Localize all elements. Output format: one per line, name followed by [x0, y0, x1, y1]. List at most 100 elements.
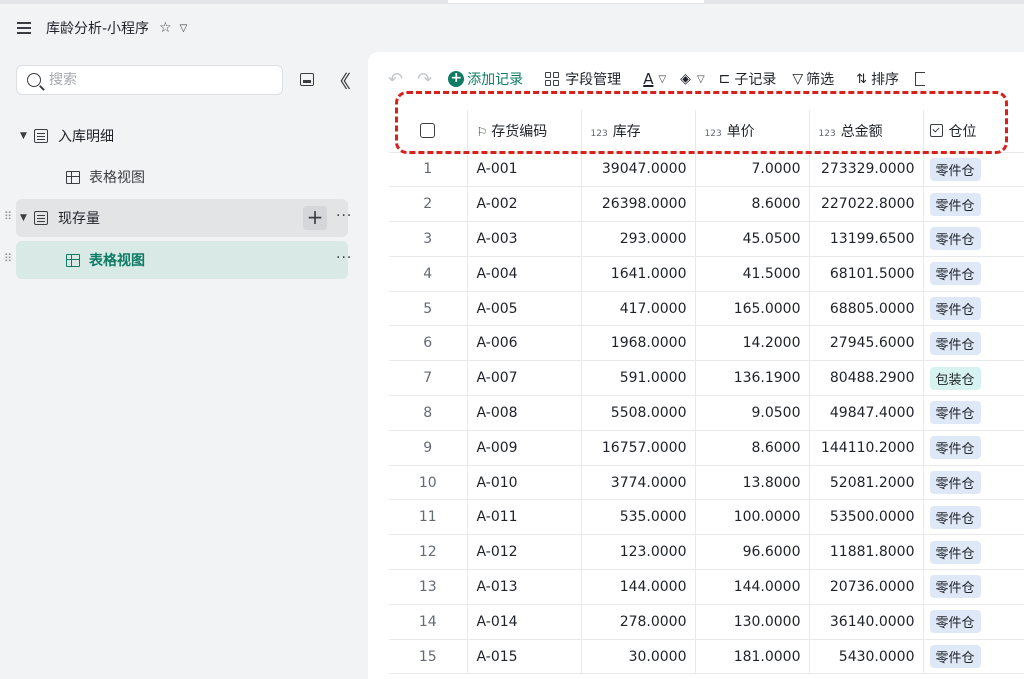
drag-handle-icon[interactable]: ⠿: [4, 210, 12, 223]
font-color-button[interactable]: A ▽: [643, 70, 666, 88]
cell-stock[interactable]: 535.0000: [580, 499, 695, 536]
cell-stock[interactable]: 26398.0000: [580, 186, 695, 223]
column-header-code[interactable]: ⚐ 存货编码: [466, 110, 581, 153]
cell-code[interactable]: A-007: [466, 360, 581, 397]
cell-total[interactable]: 13199.6500: [808, 221, 923, 257]
menu-icon[interactable]: [16, 20, 32, 36]
cell-location[interactable]: 包装仓: [922, 360, 1024, 397]
cell-location[interactable]: 零件仓: [922, 604, 1024, 640]
star-icon[interactable]: ☆: [159, 20, 172, 36]
cell-price[interactable]: 181.0000: [694, 639, 809, 675]
cell-price[interactable]: 96.6000: [694, 534, 809, 571]
select-all-header[interactable]: [389, 110, 467, 153]
search-input[interactable]: [49, 72, 269, 88]
drag-handle-icon[interactable]: ⠿: [4, 252, 12, 265]
search-box[interactable]: [16, 65, 283, 95]
add-view-button[interactable]: +: [303, 206, 327, 230]
cell-stock[interactable]: 278.0000: [580, 604, 695, 640]
panel-toggle-icon[interactable]: [300, 73, 314, 86]
cell-code[interactable]: A-013: [466, 569, 581, 605]
cell-stock[interactable]: 30.0000: [580, 639, 695, 675]
cell-location[interactable]: 零件仓: [922, 395, 1024, 431]
filter-button[interactable]: ▽ 筛选: [792, 69, 834, 89]
cell-total[interactable]: 68101.5000: [808, 256, 923, 292]
table-row[interactable]: 2 A-002 26398.0000 8.6000 227022.8000 零件仓: [389, 186, 1024, 223]
cell-price[interactable]: 144.0000: [694, 569, 809, 605]
table-row[interactable]: 6 A-006 1968.0000 14.2000 27945.6000 零件仓: [389, 325, 1024, 362]
table-row[interactable]: 3 A-003 293.0000 45.0500 13199.6500 零件仓: [389, 221, 1024, 257]
more-toolbar-icon[interactable]: [915, 72, 926, 86]
cell-price[interactable]: 14.2000: [694, 325, 809, 362]
sub-record-button[interactable]: ⊏ 子记录: [719, 69, 777, 89]
cell-code[interactable]: A-011: [466, 499, 581, 536]
cell-location[interactable]: 零件仓: [922, 569, 1024, 605]
cell-total[interactable]: 27945.6000: [808, 325, 923, 362]
cell-location[interactable]: 零件仓: [922, 534, 1024, 571]
cell-stock[interactable]: 16757.0000: [580, 430, 695, 466]
cell-code[interactable]: A-002: [466, 186, 581, 223]
cell-code[interactable]: A-015: [466, 639, 581, 675]
table-row[interactable]: 14 A-014 278.0000 130.0000 36140.0000 零件仓: [389, 604, 1024, 640]
sidebar-item-table-stock[interactable]: ▼ 现存量 + ···: [16, 199, 351, 237]
column-header-price[interactable]: 123 单价: [694, 110, 809, 153]
cell-location[interactable]: 零件仓: [922, 256, 1024, 292]
cell-price[interactable]: 41.5000: [694, 256, 809, 292]
cell-stock[interactable]: 5508.0000: [580, 395, 695, 431]
redo-icon[interactable]: ↷: [417, 69, 432, 90]
cell-location[interactable]: 零件仓: [922, 499, 1024, 536]
cell-stock[interactable]: 3774.0000: [580, 465, 695, 501]
cell-total[interactable]: 11881.8000: [808, 534, 923, 571]
cell-total[interactable]: 49847.4000: [808, 395, 923, 431]
more-options-icon[interactable]: ···: [336, 208, 352, 224]
cell-stock[interactable]: 123.0000: [580, 534, 695, 571]
cell-price[interactable]: 45.0500: [694, 221, 809, 257]
table-row[interactable]: 5 A-005 417.0000 165.0000 68805.0000 零件仓: [389, 291, 1024, 327]
collapse-sidebar-icon[interactable]: 〈〈: [330, 68, 351, 94]
cell-price[interactable]: 130.0000: [694, 604, 809, 640]
cell-code[interactable]: A-001: [466, 152, 581, 188]
sort-button[interactable]: ⇅ 排序: [856, 69, 899, 89]
cell-stock[interactable]: 39047.0000: [580, 152, 695, 188]
cell-price[interactable]: 9.0500: [694, 395, 809, 431]
table-row[interactable]: 13 A-013 144.0000 144.0000 20736.0000 零件仓: [389, 569, 1024, 605]
cell-code[interactable]: A-010: [466, 465, 581, 501]
cell-total[interactable]: 68805.0000: [808, 291, 923, 327]
column-header-stock[interactable]: 123 库存: [580, 110, 695, 153]
cell-code[interactable]: A-003: [466, 221, 581, 257]
table-row[interactable]: 12 A-012 123.0000 96.6000 11881.8000 零件仓: [389, 534, 1024, 571]
field-manage-button[interactable]: 字段管理: [545, 69, 621, 89]
table-row[interactable]: 15 A-015 30.0000 181.0000 5430.0000 零件仓: [389, 639, 1024, 675]
sidebar-item-view-grid[interactable]: 表格视图: [16, 158, 348, 196]
table-row[interactable]: 7 A-007 591.0000 136.1900 80488.2900 包装仓: [389, 360, 1024, 397]
add-record-button[interactable]: + 添加记录: [448, 69, 523, 89]
cell-code[interactable]: A-005: [466, 291, 581, 327]
column-header-total[interactable]: 123 总金额: [808, 110, 923, 153]
checkbox[interactable]: [420, 123, 436, 139]
cell-code[interactable]: A-008: [466, 395, 581, 431]
cell-total[interactable]: 53500.0000: [808, 499, 923, 536]
cell-location[interactable]: 零件仓: [922, 430, 1024, 466]
chevron-down-icon[interactable]: ▽: [180, 23, 188, 34]
expand-triangle-icon[interactable]: ▼: [20, 131, 34, 141]
cell-location[interactable]: 零件仓: [922, 465, 1024, 501]
cell-code[interactable]: A-014: [466, 604, 581, 640]
cell-price[interactable]: 7.0000: [694, 152, 809, 188]
more-options-icon[interactable]: ···: [336, 250, 352, 266]
cell-stock[interactable]: 293.0000: [580, 221, 695, 257]
sidebar-item-table-inbound[interactable]: ▼ 入库明细: [16, 117, 348, 155]
cell-total[interactable]: 80488.2900: [808, 360, 923, 397]
cell-location[interactable]: 零件仓: [922, 325, 1024, 362]
cell-price[interactable]: 136.1900: [694, 360, 809, 397]
cell-total[interactable]: 227022.8000: [808, 186, 923, 223]
cell-code[interactable]: A-006: [466, 325, 581, 362]
cell-price[interactable]: 13.8000: [694, 465, 809, 501]
table-row[interactable]: 1 A-001 39047.0000 7.0000 273329.0000 零件仓: [389, 152, 1024, 188]
cell-total[interactable]: 36140.0000: [808, 604, 923, 640]
cell-total[interactable]: 20736.0000: [808, 569, 923, 605]
cell-code[interactable]: A-009: [466, 430, 581, 466]
table-row[interactable]: 10 A-010 3774.0000 13.8000 52081.2000 零件仓: [389, 465, 1024, 501]
cell-total[interactable]: 52081.2000: [808, 465, 923, 501]
cell-price[interactable]: 8.6000: [694, 186, 809, 223]
cell-total[interactable]: 144110.2000: [808, 430, 923, 466]
cell-location[interactable]: 零件仓: [922, 221, 1024, 257]
